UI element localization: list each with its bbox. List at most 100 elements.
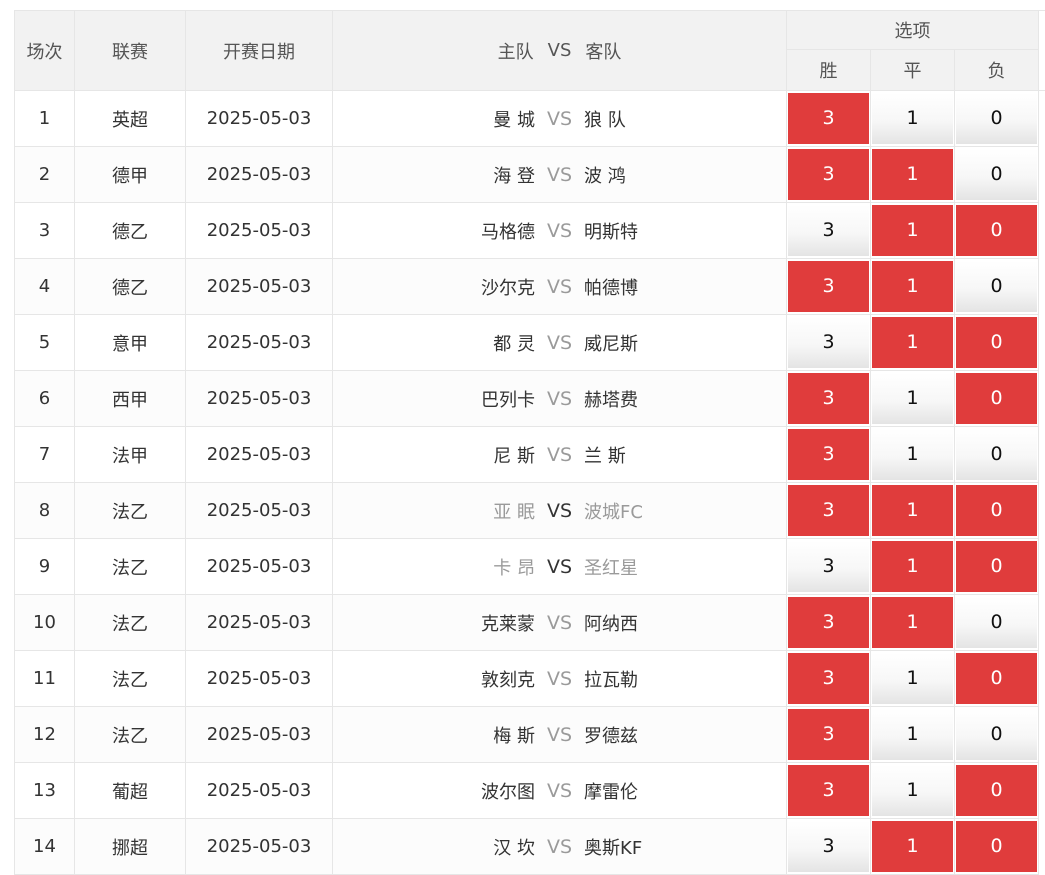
option-draw-button[interactable]: 1 bbox=[872, 93, 953, 144]
option-lose-button[interactable]: 0 bbox=[956, 765, 1037, 816]
option-draw-button[interactable]: 1 bbox=[872, 149, 953, 200]
option-lose-button[interactable]: 0 bbox=[956, 149, 1037, 200]
row-idx: 5 bbox=[15, 315, 75, 371]
option-draw-button[interactable]: 1 bbox=[872, 485, 953, 536]
option-draw-button[interactable]: 1 bbox=[872, 317, 953, 368]
option-lose-button[interactable]: 0 bbox=[956, 429, 1037, 480]
option-win-button[interactable]: 3 bbox=[788, 373, 869, 424]
option-draw-button[interactable]: 1 bbox=[872, 429, 953, 480]
row-spacer bbox=[1039, 819, 1045, 875]
row-date: 2025-05-03 bbox=[186, 315, 333, 371]
option-lose-button[interactable]: 0 bbox=[956, 653, 1037, 704]
row-date: 2025-05-03 bbox=[186, 539, 333, 595]
row-idx: 14 bbox=[15, 819, 75, 875]
option-draw-button[interactable]: 1 bbox=[872, 821, 953, 872]
option-cell-win: 3 bbox=[787, 763, 871, 819]
row-date: 2025-05-03 bbox=[186, 259, 333, 315]
row-league: 德乙 bbox=[75, 259, 186, 315]
row-idx: 12 bbox=[15, 707, 75, 763]
home-team: 梅 斯 bbox=[343, 722, 547, 748]
option-cell-lose: 0 bbox=[955, 651, 1039, 707]
table-row: 10法乙2025-05-03克莱蒙VS阿纳西310 bbox=[15, 595, 1045, 651]
away-team: 威尼斯 bbox=[572, 330, 776, 356]
option-draw-button[interactable]: 1 bbox=[872, 653, 953, 704]
option-cell-win: 3 bbox=[787, 371, 871, 427]
vs-label: VS bbox=[547, 444, 572, 466]
header-away: 客队 bbox=[585, 38, 775, 64]
vs-label: VS bbox=[547, 780, 572, 802]
option-win-button[interactable]: 3 bbox=[788, 541, 869, 592]
option-lose-button[interactable]: 0 bbox=[956, 261, 1037, 312]
table-row: 1英超2025-05-03曼 城VS狼 队310 bbox=[15, 91, 1045, 147]
away-team: 圣红星 bbox=[572, 554, 776, 580]
option-win-button[interactable]: 3 bbox=[788, 485, 869, 536]
option-win-button[interactable]: 3 bbox=[788, 93, 869, 144]
match-table: 场次 联赛 开赛日期 主队 VS 客队 选项 胜 平 负 1英超2025- bbox=[14, 10, 1045, 875]
option-cell-win: 3 bbox=[787, 91, 871, 147]
option-lose-button[interactable]: 0 bbox=[956, 205, 1037, 256]
row-spacer bbox=[1039, 91, 1045, 147]
option-draw-button[interactable]: 1 bbox=[872, 541, 953, 592]
header-idx: 场次 bbox=[15, 11, 75, 91]
option-lose-button[interactable]: 0 bbox=[956, 709, 1037, 760]
option-draw-button[interactable]: 1 bbox=[872, 205, 953, 256]
row-date: 2025-05-03 bbox=[186, 147, 333, 203]
option-draw-button[interactable]: 1 bbox=[872, 597, 953, 648]
option-win-button[interactable]: 3 bbox=[788, 261, 869, 312]
row-league: 德乙 bbox=[75, 203, 186, 259]
option-win-button[interactable]: 3 bbox=[788, 709, 869, 760]
table-row: 5意甲2025-05-03都 灵VS威尼斯310 bbox=[15, 315, 1045, 371]
home-team: 巴列卡 bbox=[343, 386, 547, 412]
option-win-button[interactable]: 3 bbox=[788, 205, 869, 256]
option-cell-draw: 1 bbox=[871, 259, 955, 315]
home-team: 波尔图 bbox=[343, 778, 547, 804]
row-date: 2025-05-03 bbox=[186, 707, 333, 763]
option-win-button[interactable]: 3 bbox=[788, 429, 869, 480]
option-draw-button[interactable]: 1 bbox=[872, 261, 953, 312]
option-win-button[interactable]: 3 bbox=[788, 653, 869, 704]
vs-label: VS bbox=[547, 332, 572, 354]
option-win-button[interactable]: 3 bbox=[788, 821, 869, 872]
row-idx: 11 bbox=[15, 651, 75, 707]
away-team: 帕德博 bbox=[572, 274, 776, 300]
row-spacer bbox=[1039, 371, 1045, 427]
vs-label: VS bbox=[547, 388, 572, 410]
option-cell-lose: 0 bbox=[955, 203, 1039, 259]
table-row: 8法乙2025-05-03亚 眠VS波城FC310 bbox=[15, 483, 1045, 539]
row-teams: 海 登VS波 鸿 bbox=[333, 147, 787, 203]
option-cell-draw: 1 bbox=[871, 371, 955, 427]
option-win-button[interactable]: 3 bbox=[788, 317, 869, 368]
option-lose-button[interactable]: 0 bbox=[956, 317, 1037, 368]
row-teams: 亚 眠VS波城FC bbox=[333, 483, 787, 539]
row-spacer bbox=[1039, 259, 1045, 315]
header-vs: VS bbox=[534, 40, 586, 61]
option-cell-win: 3 bbox=[787, 427, 871, 483]
row-idx: 8 bbox=[15, 483, 75, 539]
option-lose-button[interactable]: 0 bbox=[956, 485, 1037, 536]
home-team: 海 登 bbox=[343, 162, 547, 188]
home-team: 马格德 bbox=[343, 218, 547, 244]
option-draw-button[interactable]: 1 bbox=[872, 373, 953, 424]
option-lose-button[interactable]: 0 bbox=[956, 93, 1037, 144]
table-row: 12法乙2025-05-03梅 斯VS罗德兹310 bbox=[15, 707, 1045, 763]
option-win-button[interactable]: 3 bbox=[788, 765, 869, 816]
row-league: 德甲 bbox=[75, 147, 186, 203]
option-lose-button[interactable]: 0 bbox=[956, 597, 1037, 648]
option-lose-button[interactable]: 0 bbox=[956, 541, 1037, 592]
row-teams: 尼 斯VS兰 斯 bbox=[333, 427, 787, 483]
home-team: 尼 斯 bbox=[343, 442, 547, 468]
option-lose-button[interactable]: 0 bbox=[956, 821, 1037, 872]
option-win-button[interactable]: 3 bbox=[788, 597, 869, 648]
row-idx: 2 bbox=[15, 147, 75, 203]
option-lose-button[interactable]: 0 bbox=[956, 373, 1037, 424]
option-cell-win: 3 bbox=[787, 483, 871, 539]
option-draw-button[interactable]: 1 bbox=[872, 765, 953, 816]
option-draw-button[interactable]: 1 bbox=[872, 709, 953, 760]
away-team: 摩雷伦 bbox=[572, 778, 776, 804]
option-win-button[interactable]: 3 bbox=[788, 149, 869, 200]
option-cell-win: 3 bbox=[787, 595, 871, 651]
table-header: 场次 联赛 开赛日期 主队 VS 客队 选项 胜 平 负 bbox=[15, 11, 1045, 91]
table-row: 6西甲2025-05-03巴列卡VS赫塔费310 bbox=[15, 371, 1045, 427]
row-date: 2025-05-03 bbox=[186, 371, 333, 427]
row-teams: 克莱蒙VS阿纳西 bbox=[333, 595, 787, 651]
